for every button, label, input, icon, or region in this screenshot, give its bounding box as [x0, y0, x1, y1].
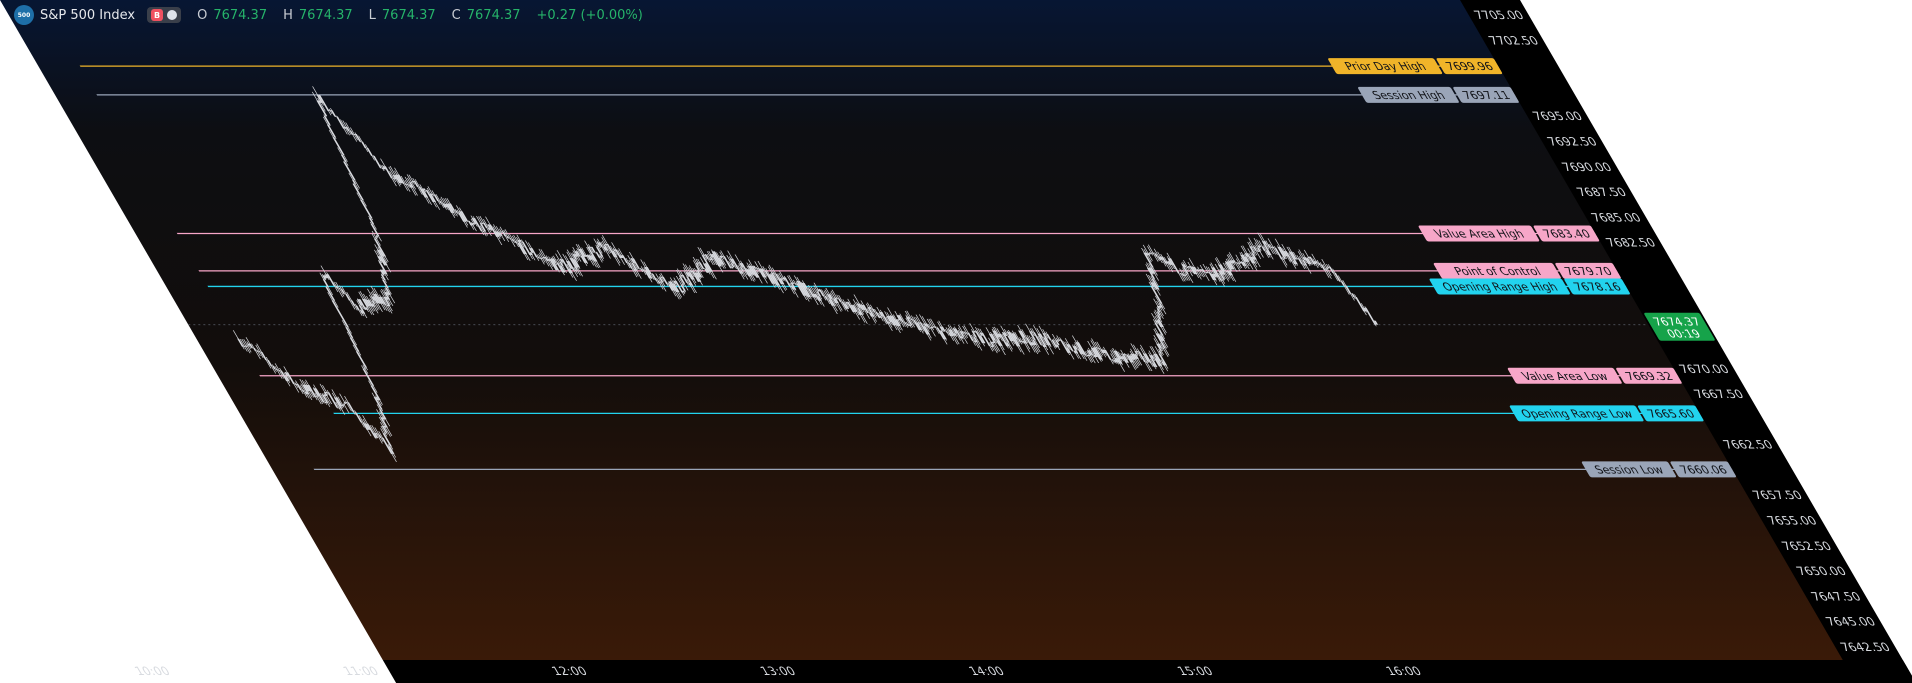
level-name-text: Value Area High — [1431, 227, 1526, 240]
y-tick-label: 7647.50 — [1808, 589, 1864, 603]
level-name-text: Point of Control — [1451, 265, 1543, 278]
symbol-logo-icon[interactable]: 500 — [14, 5, 34, 25]
level-name-text: Opening Range Low — [1518, 407, 1636, 420]
y-tick-label: 7645.00 — [1823, 614, 1879, 628]
y-tick-label: 7705.00 — [1471, 8, 1527, 22]
y-tick-label: 7667.50 — [1691, 387, 1747, 401]
badge-b-icon: B — [151, 9, 164, 21]
x-axis[interactable] — [382, 660, 1912, 683]
y-tick-label: 7692.50 — [1544, 134, 1600, 148]
low-label: L — [368, 7, 376, 23]
status-badges[interactable]: B — [147, 7, 182, 23]
level-value-text: 7679.70 — [1562, 265, 1615, 278]
high-value: 7674.37 — [298, 7, 353, 23]
y-tick-label: 7652.50 — [1779, 539, 1835, 553]
level-name-text: Opening Range High — [1439, 280, 1560, 293]
close-value: 7674.37 — [466, 7, 521, 23]
y-tick-label: 7695.00 — [1530, 109, 1586, 123]
plot-background — [0, 0, 1873, 660]
y-tick-label: 7642.50 — [1837, 640, 1893, 654]
x-tick-label: 10:00 — [132, 664, 173, 678]
y-tick-label: 7650.00 — [1793, 564, 1849, 578]
y-tick-label: 7662.50 — [1720, 438, 1776, 452]
price-chart[interactable]: Prior Day High 7699.96 Session High 7697.11… — [0, 0, 1912, 683]
level-value-text: 7683.40 — [1540, 227, 1593, 240]
symbol-name[interactable]: S&P 500 Index — [40, 8, 135, 23]
level-name-text: Session High — [1370, 89, 1448, 102]
low-value: 7674.37 — [381, 7, 436, 23]
y-tick-label: 7690.00 — [1559, 160, 1615, 174]
level-value-text: 7665.60 — [1644, 407, 1697, 420]
x-tick-label: 11:00 — [340, 664, 381, 678]
y-tick-label: 7657.50 — [1749, 488, 1805, 502]
last-price-value: 7674.37 — [1650, 316, 1703, 329]
y-tick-label: 7670.00 — [1676, 362, 1732, 376]
level-value-text: 7697.11 — [1460, 89, 1513, 102]
y-tick-label: 7685.00 — [1588, 210, 1644, 224]
open-label: O — [197, 7, 208, 23]
level-value-text: 7669.32 — [1623, 370, 1676, 383]
level-name-text: Prior Day High — [1342, 60, 1429, 73]
chart-window: Prior Day High 7699.96 Session High 7697.11… — [0, 0, 1912, 683]
chart-header: 500 S&P 500 Index B O 7674.37 H 7674.37 L7… — [14, 5, 643, 25]
level-name-text: Session Low — [1592, 463, 1667, 476]
market-status-dot-icon — [167, 10, 178, 20]
y-tick-label: 7687.50 — [1574, 185, 1630, 199]
close-label: C — [451, 7, 461, 23]
high-label: H — [283, 7, 293, 23]
level-value-text: 7678.16 — [1571, 280, 1624, 293]
y-tick-label: 7682.50 — [1603, 235, 1659, 249]
level-name-text: Value Area Low — [1519, 370, 1611, 383]
y-tick-label: 7655.00 — [1764, 513, 1820, 527]
level-value-text: 7660.06 — [1677, 463, 1730, 476]
change-value: +0.27 (+0.00%) — [536, 7, 643, 23]
open-value: 7674.37 — [213, 7, 268, 23]
y-tick-label: 7702.50 — [1486, 33, 1542, 47]
level-value-text: 7699.96 — [1443, 60, 1496, 73]
